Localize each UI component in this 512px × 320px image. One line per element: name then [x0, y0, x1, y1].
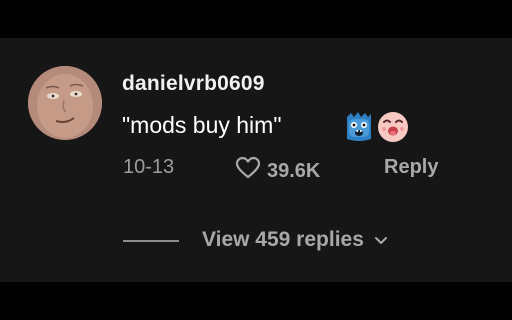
- view-replies-button[interactable]: View 459 replies: [202, 228, 388, 252]
- shocked-blue-monster-emoji: [343, 111, 375, 143]
- comment-card: danielvrb0609 "mods buy him" 10-13 39.6K…: [0, 38, 512, 282]
- view-replies-label: View 459 replies: [202, 228, 364, 251]
- like-count: 39.6K: [267, 159, 321, 182]
- comment-date: 10-13: [123, 156, 175, 178]
- avatar[interactable]: [28, 66, 102, 140]
- like-button[interactable]: 39.6K: [235, 156, 320, 186]
- chevron-down-icon: [374, 228, 388, 252]
- reply-button[interactable]: Reply: [384, 156, 438, 179]
- comment-username[interactable]: danielvrb0609: [122, 72, 265, 96]
- comment-text: "mods buy him": [122, 112, 282, 138]
- heart-outline-icon: [235, 156, 261, 186]
- crying-pink-face-emoji: [377, 111, 409, 143]
- replies-divider: [123, 240, 179, 242]
